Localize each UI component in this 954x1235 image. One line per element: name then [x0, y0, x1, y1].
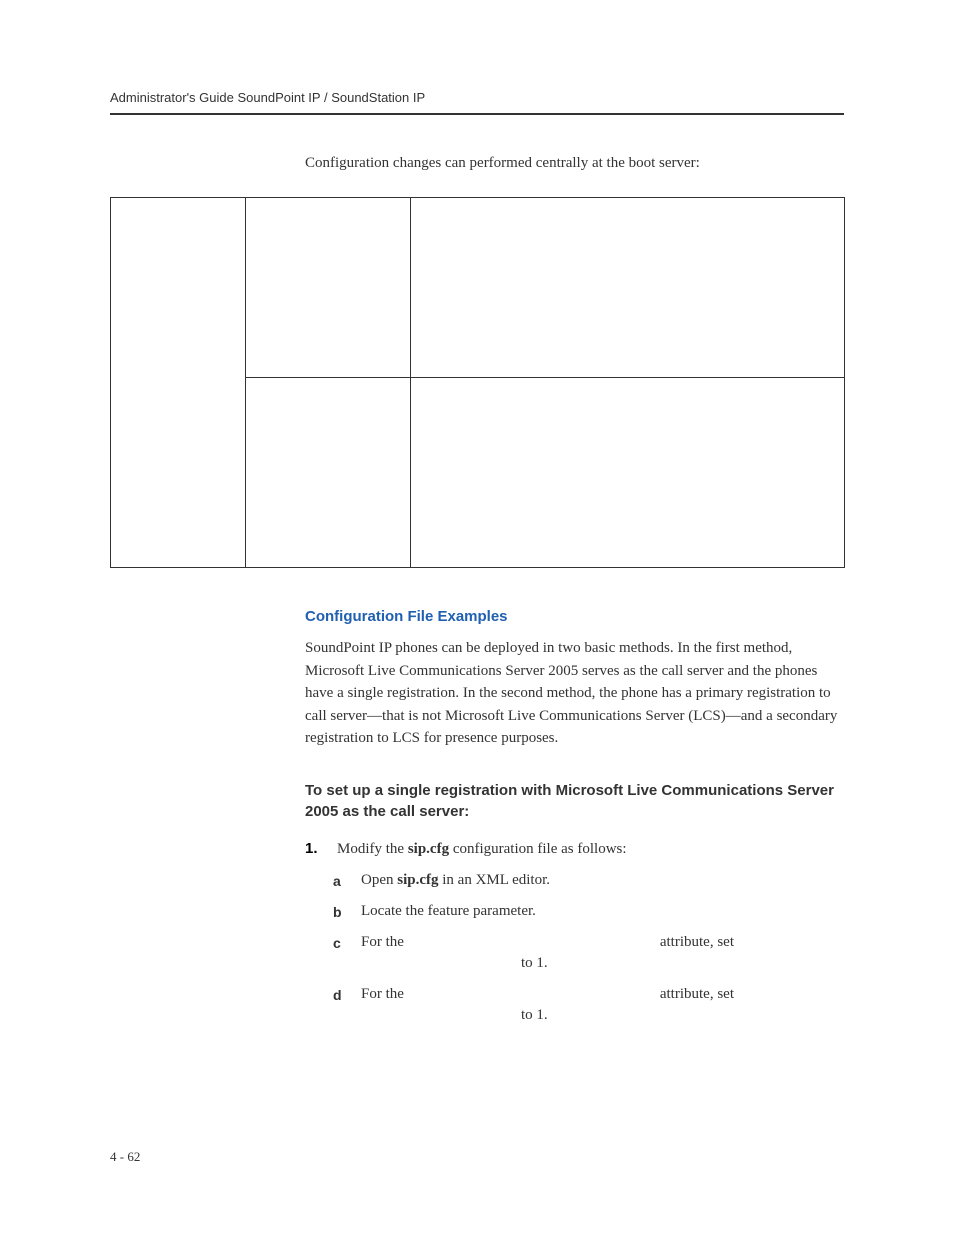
substep-letter: d	[333, 987, 342, 1003]
text-continuation: to 1.	[521, 1007, 844, 1024]
table-cell	[410, 378, 844, 568]
step-item: 1. Modify the sip.cfg configuration file…	[305, 840, 844, 1024]
substep-letter: a	[333, 873, 341, 889]
config-table	[110, 197, 845, 568]
table-cell	[410, 198, 844, 378]
step-number: 1.	[305, 840, 333, 857]
substep-letter: b	[333, 904, 342, 920]
text-fragment: Modify the	[337, 841, 408, 857]
substep-letter: c	[333, 935, 341, 951]
procedure-heading: To set up a single registration with Mic…	[305, 780, 844, 822]
text-fragment: Locate the feature parameter.	[361, 903, 536, 919]
substep-item: b Locate the feature parameter.	[333, 903, 844, 920]
substep-item: d For the attribute, set to 1.	[333, 986, 844, 1024]
section-heading: Configuration File Examples	[305, 608, 844, 625]
text-fragment: attribute, set	[660, 986, 734, 1003]
main-content: Configuration changes can performed cent…	[305, 155, 844, 1024]
text-fragment: For the	[361, 986, 404, 1002]
text-fragment: configuration file as follows:	[449, 841, 626, 857]
bold-text: sip.cfg	[397, 872, 438, 888]
substep-list: a Open sip.cfg in an XML editor. b Locat…	[333, 872, 844, 1024]
text-continuation: to 1.	[521, 955, 844, 972]
substep-item: c For the attribute, set to 1.	[333, 934, 844, 972]
text-fragment: attribute, set	[660, 934, 734, 951]
page-footer: 4 - 62	[110, 1149, 140, 1165]
table-cell	[245, 378, 410, 568]
bold-text: sip.cfg	[408, 841, 449, 857]
table-cell	[111, 198, 246, 568]
text-fragment: For the	[361, 934, 404, 950]
body-paragraph: SoundPoint IP phones can be deployed in …	[305, 637, 844, 750]
page-header: Administrator's Guide SoundPoint IP / So…	[110, 90, 844, 105]
table-row	[111, 198, 845, 378]
text-fragment: in an XML editor.	[439, 872, 551, 888]
substep-item: a Open sip.cfg in an XML editor.	[333, 872, 844, 889]
header-rule	[110, 113, 844, 115]
table-cell	[245, 198, 410, 378]
intro-paragraph: Configuration changes can performed cent…	[305, 155, 844, 172]
text-fragment: Open	[361, 872, 397, 888]
step-text: Modify the sip.cfg configuration file as…	[337, 841, 627, 857]
step-list: 1. Modify the sip.cfg configuration file…	[305, 840, 844, 1024]
